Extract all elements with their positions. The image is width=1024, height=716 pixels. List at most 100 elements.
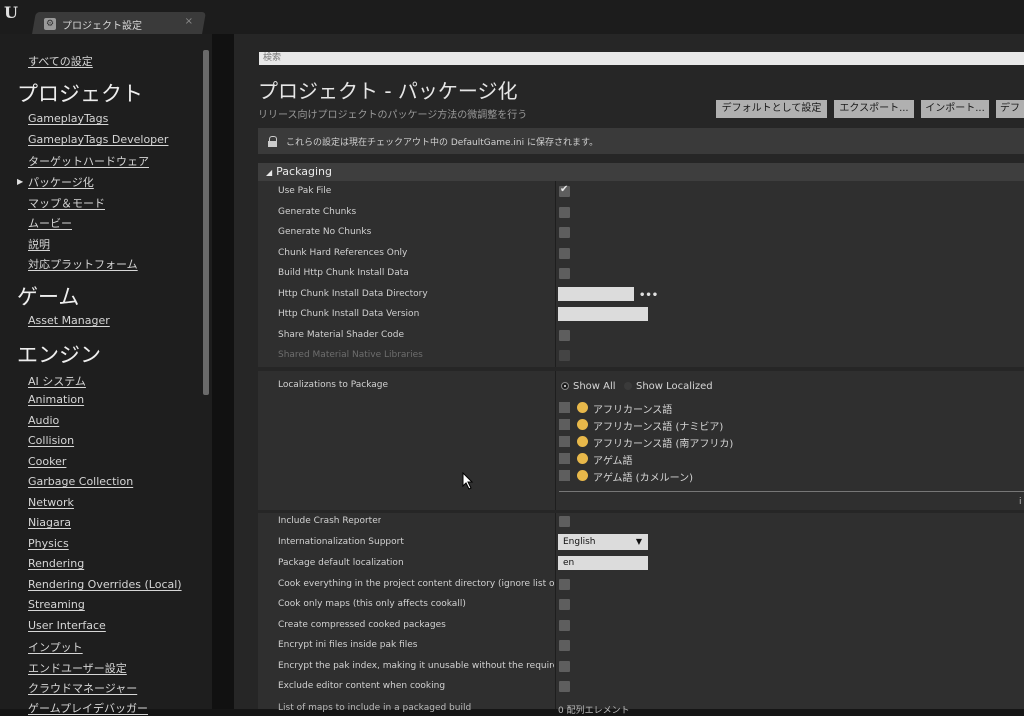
category-packaging[interactable]: ◢ Packaging [258,163,1024,181]
sidebar-item[interactable]: ゲームプレイデバッガー [28,700,148,716]
compressed-packages-checkbox[interactable] [559,620,570,631]
notice-text: これらの設定は現在チェックアウト中の DefaultGame.ini に保存され… [286,137,599,148]
export-button[interactable]: エクスポート... [834,100,914,118]
prop-label: List of maps to include in a packaged bu… [278,703,472,713]
sidebar-item[interactable]: Asset Manager [28,314,110,327]
sidebar-section-game: ゲーム [17,285,80,309]
show-localized-radio[interactable] [624,382,632,390]
lock-icon [268,136,278,147]
locale-checkbox[interactable] [559,436,570,447]
sidebar-item[interactable]: Network [28,496,74,509]
locale-label: アゲム語 (カメルーン) [593,473,693,484]
default-button-truncated[interactable]: デフ [996,100,1024,118]
sidebar-item[interactable]: インプット [28,639,83,655]
encrypt-pak-index-checkbox[interactable] [559,661,570,672]
import-button[interactable]: インポート... [921,100,989,118]
locale-status-icon [577,419,588,430]
page-subtitle: リリース向けプロジェクトのパッケージ方法の微調整を行う [258,110,528,121]
sidebar-section-engine: エンジン [17,343,101,367]
sidebar-item[interactable]: Animation [28,393,84,406]
show-all-label[interactable]: Show All [573,381,616,392]
panel-divider[interactable] [212,34,234,709]
collapse-arrow-icon: ◢ [266,168,273,177]
sidebar-item[interactable]: Streaming [28,598,85,611]
http-chunk-directory-field[interactable] [558,287,634,301]
sidebar-item[interactable]: AI システム [28,373,86,389]
column-splitter[interactable] [555,181,556,709]
locale-label: アフリカーンス語 [593,405,673,416]
prop-label: Encrypt ini files inside pak files [278,640,418,650]
sidebar-item[interactable]: Cooker [28,455,66,468]
locale-status-icon [577,453,588,464]
sidebar-item-all-settings[interactable]: すべての設定 [28,53,93,69]
set-as-default-button[interactable]: デフォルトとして設定 [716,100,827,118]
chunk-hard-refs-checkbox[interactable] [559,248,570,259]
category-label: Packaging [276,165,332,178]
cook-everything-checkbox[interactable] [559,579,570,590]
prop-label: Encrypt the pak index, making it unusabl… [278,661,554,671]
sidebar-item[interactable]: User Interface [28,619,106,632]
sidebar-item[interactable]: マップ＆モード [28,195,105,211]
ellipsis-icon[interactable]: ••• [639,290,658,301]
prop-label: Include Crash Reporter [278,516,382,526]
sidebar-item[interactable]: 対応プラットフォーム [28,256,138,272]
settings-icon: ⚙ [44,18,56,30]
mouse-cursor-icon [462,472,474,490]
unreal-logo-icon[interactable]: U [4,3,24,25]
encrypt-ini-checkbox[interactable] [559,640,570,651]
generate-chunks-checkbox[interactable] [559,207,570,218]
sidebar-item[interactable]: GameplayTags [28,112,108,125]
sidebar-item[interactable]: GameplayTags Developer [28,133,168,146]
close-icon[interactable]: × [185,16,193,27]
row-separator [258,510,1024,513]
sidebar-item[interactable]: Audio [28,414,59,427]
sidebar-item[interactable]: 説明 [28,236,50,252]
default-localization-field[interactable]: en [558,556,648,570]
use-pak-file-checkbox[interactable] [559,184,570,197]
prop-label: Localizations to Package [278,380,389,390]
include-crash-reporter-checkbox[interactable] [559,516,570,527]
locale-checkbox[interactable] [559,453,570,464]
list-scrollbar-track[interactable] [559,491,1024,492]
generate-no-chunks-checkbox[interactable] [559,227,570,238]
sidebar-item[interactable]: ターゲットハードウェア [28,153,149,169]
locale-checkbox[interactable] [559,402,570,413]
prop-label: Package default localization [278,558,404,568]
sidebar-item[interactable]: Niagara [28,516,71,529]
prop-label: Shared Material Native Libraries [278,350,423,360]
locale-checkbox[interactable] [559,419,570,430]
build-http-chunk-checkbox[interactable] [559,268,570,279]
share-shader-code-checkbox[interactable] [559,330,570,341]
sidebar-item[interactable]: エンドユーザー設定 [28,660,127,676]
sidebar-item[interactable]: Garbage Collection [28,475,133,488]
sidebar-section-project: プロジェクト [17,82,143,106]
dropdown-value: English [563,537,596,547]
row-separator [258,367,1024,371]
locale-status-icon [577,402,588,413]
sidebar-item[interactable]: ムービー [28,215,72,231]
show-localized-label[interactable]: Show Localized [636,381,713,392]
prop-label: Http Chunk Install Data Directory [278,289,428,299]
search-input[interactable]: 検索 [259,52,1024,65]
locale-label: アフリカーンス語 (南アフリカ) [593,439,734,450]
array-count: 0 配列エレメント [558,706,630,716]
prop-label: Use Pak File [278,186,332,196]
exclude-editor-content-checkbox[interactable] [559,681,570,692]
locale-status-icon [577,470,588,481]
internationalization-dropdown[interactable]: English ▼ [558,534,648,550]
sidebar-item[interactable]: Collision [28,434,74,447]
locale-checkbox[interactable] [559,470,570,481]
sidebar-item-packaging[interactable]: パッケージ化 [28,174,94,190]
sidebar-item[interactable]: Physics [28,537,69,550]
locale-status-icon [577,436,588,447]
tab-title: プロジェクト設定 [62,20,142,32]
prop-label: Exclude editor content when cooking [278,681,446,691]
http-chunk-version-field[interactable] [558,307,648,321]
show-all-radio[interactable] [561,382,569,390]
sidebar-item[interactable]: クラウドマネージャー [28,680,137,696]
sidebar-item[interactable]: Rendering [28,557,84,570]
cook-only-maps-checkbox[interactable] [559,599,570,610]
tab-project-settings[interactable]: ⚙ プロジェクト設定 × [44,14,199,34]
sidebar-scrollbar[interactable] [203,50,209,395]
sidebar-item[interactable]: Rendering Overrides (Local) [28,578,182,591]
